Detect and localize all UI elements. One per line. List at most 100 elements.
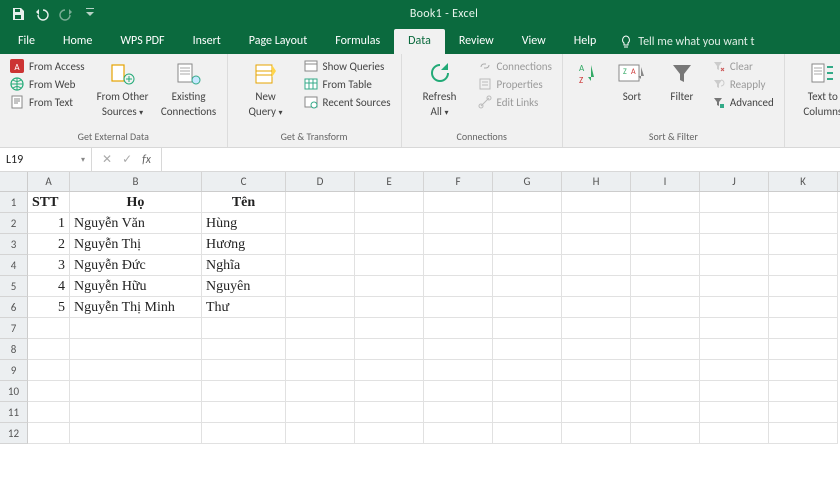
cell[interactable] xyxy=(28,402,70,423)
cell[interactable] xyxy=(631,360,700,381)
cell[interactable] xyxy=(700,339,769,360)
cell[interactable]: Nguyễn Hữu xyxy=(70,276,202,297)
cell[interactable] xyxy=(700,276,769,297)
cell[interactable] xyxy=(700,423,769,444)
cell[interactable] xyxy=(493,297,562,318)
cell[interactable] xyxy=(493,360,562,381)
cell[interactable] xyxy=(562,423,631,444)
cell[interactable] xyxy=(286,234,355,255)
col-header[interactable]: G xyxy=(493,172,562,191)
fx-icon[interactable]: fx xyxy=(142,153,151,167)
cell[interactable] xyxy=(700,192,769,213)
tab-wps-pdf[interactable]: WPS PDF xyxy=(106,29,178,54)
cell[interactable] xyxy=(700,255,769,276)
cell[interactable] xyxy=(562,402,631,423)
cell[interactable] xyxy=(70,318,202,339)
cell[interactable] xyxy=(355,318,424,339)
tab-file[interactable]: File xyxy=(4,29,49,54)
cell[interactable] xyxy=(769,339,838,360)
cell[interactable] xyxy=(355,381,424,402)
from-access-button[interactable]: A From Access xyxy=(8,58,87,74)
cell[interactable] xyxy=(70,360,202,381)
cell[interactable] xyxy=(631,423,700,444)
cell[interactable] xyxy=(28,381,70,402)
sort-button[interactable]: ZA Sort xyxy=(609,58,655,103)
cell[interactable]: Hương xyxy=(202,234,286,255)
cell[interactable] xyxy=(700,402,769,423)
cell[interactable] xyxy=(286,402,355,423)
cell[interactable]: Nguyễn Đức xyxy=(70,255,202,276)
cell[interactable] xyxy=(769,192,838,213)
cell[interactable] xyxy=(631,255,700,276)
enter-icon[interactable]: ✓ xyxy=(122,152,132,167)
cell[interactable] xyxy=(424,339,493,360)
cell[interactable] xyxy=(424,255,493,276)
cell[interactable]: Nghĩa xyxy=(202,255,286,276)
cell[interactable] xyxy=(424,297,493,318)
cell[interactable] xyxy=(424,360,493,381)
row-header[interactable]: 3 xyxy=(0,234,28,255)
new-query-button[interactable]: New Query ▾ xyxy=(236,58,296,118)
cell[interactable] xyxy=(355,234,424,255)
cell[interactable] xyxy=(355,276,424,297)
connections-button[interactable]: Connections xyxy=(476,58,554,74)
col-header[interactable]: K xyxy=(769,172,838,191)
cell[interactable] xyxy=(631,213,700,234)
row-header[interactable]: 5 xyxy=(0,276,28,297)
cell[interactable] xyxy=(769,276,838,297)
cell[interactable] xyxy=(631,402,700,423)
col-header[interactable]: F xyxy=(424,172,493,191)
cell[interactable] xyxy=(424,423,493,444)
from-text-button[interactable]: From Text xyxy=(8,94,87,110)
cell[interactable] xyxy=(286,213,355,234)
cell[interactable] xyxy=(493,276,562,297)
undo-icon[interactable] xyxy=(34,6,50,22)
row-header[interactable]: 7 xyxy=(0,318,28,339)
cell[interactable] xyxy=(286,192,355,213)
clear-filter-button[interactable]: Clear xyxy=(709,58,776,74)
cell[interactable] xyxy=(424,381,493,402)
cell[interactable] xyxy=(562,360,631,381)
cell[interactable] xyxy=(424,213,493,234)
refresh-all-button[interactable]: Refresh All ▾ xyxy=(410,58,470,118)
cell[interactable] xyxy=(700,318,769,339)
existing-connections-button[interactable]: Existing Connections xyxy=(159,58,219,118)
cell[interactable] xyxy=(355,255,424,276)
cell[interactable] xyxy=(286,255,355,276)
cell[interactable] xyxy=(202,339,286,360)
row-header[interactable]: 6 xyxy=(0,297,28,318)
cell[interactable] xyxy=(202,360,286,381)
cell[interactable] xyxy=(631,192,700,213)
row-header[interactable]: 4 xyxy=(0,255,28,276)
tab-help[interactable]: Help xyxy=(560,29,611,54)
cell[interactable] xyxy=(562,234,631,255)
tell-me-search[interactable]: Tell me what you want t xyxy=(610,30,764,54)
cell[interactable] xyxy=(769,381,838,402)
cell[interactable] xyxy=(769,213,838,234)
row-header[interactable]: 12 xyxy=(0,423,28,444)
cell[interactable]: Nguyễn Thị xyxy=(70,234,202,255)
cell[interactable] xyxy=(286,339,355,360)
cell[interactable] xyxy=(700,381,769,402)
cell[interactable] xyxy=(202,402,286,423)
cell[interactable] xyxy=(286,381,355,402)
cell[interactable] xyxy=(355,297,424,318)
cell[interactable] xyxy=(28,360,70,381)
tab-view[interactable]: View xyxy=(508,29,560,54)
cell[interactable] xyxy=(28,318,70,339)
cell[interactable] xyxy=(769,255,838,276)
cell[interactable] xyxy=(286,297,355,318)
cell[interactable] xyxy=(355,423,424,444)
cell[interactable]: Tên xyxy=(202,192,286,213)
col-header[interactable]: I xyxy=(631,172,700,191)
cell[interactable] xyxy=(769,318,838,339)
cell[interactable] xyxy=(493,213,562,234)
edit-links-button[interactable]: Edit Links xyxy=(476,94,554,110)
cell[interactable] xyxy=(493,423,562,444)
cell[interactable] xyxy=(493,234,562,255)
cell[interactable] xyxy=(70,423,202,444)
col-header[interactable]: E xyxy=(355,172,424,191)
text-to-columns-button[interactable]: Text to Columns xyxy=(793,58,840,118)
row-header[interactable]: 10 xyxy=(0,381,28,402)
cell[interactable] xyxy=(769,297,838,318)
